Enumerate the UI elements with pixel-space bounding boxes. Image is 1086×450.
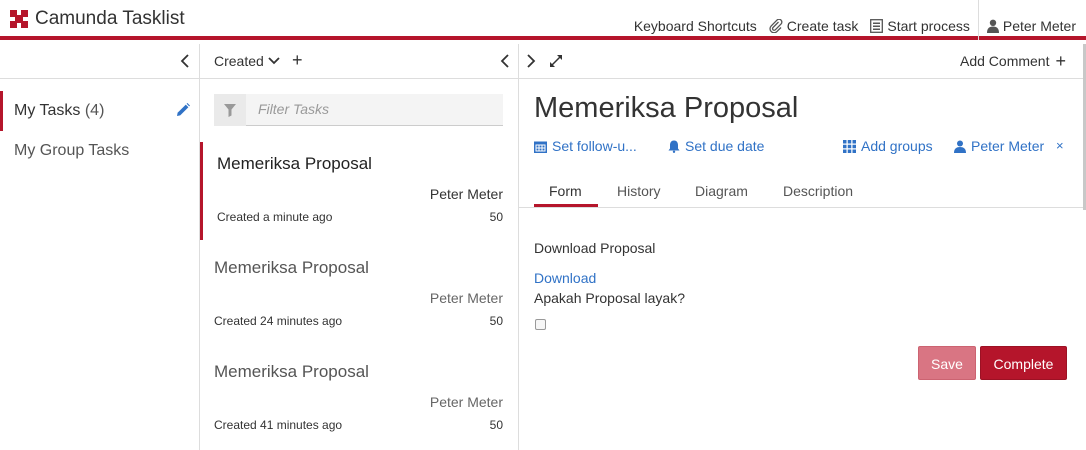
sort-label: Created [214,53,264,69]
filters-column: My Tasks (4) My Group Tasks [0,44,200,450]
download-link[interactable]: Download [534,270,596,286]
task-item-created: Created 24 minutes ago [214,314,343,328]
filter-my-tasks-label: My Tasks [14,102,81,119]
create-task-label: Create task [786,17,859,34]
task-search-input[interactable] [258,101,488,117]
keyboard-shortcuts-label: Keyboard Shortcuts [633,17,757,34]
proposal-approved-checkbox[interactable] [535,319,546,330]
assignee-button[interactable]: Peter Meter [954,138,1044,154]
remove-assignee-icon[interactable]: × [1056,138,1064,153]
plus-icon: + [1055,51,1066,71]
task-search [214,94,503,126]
task-item-name: Memeriksa Proposal [217,154,372,173]
list-alt-icon [870,18,884,33]
task-detail-toolbar: Add Comment + [519,44,1086,79]
filter-my-group-tasks[interactable]: My Group Tasks [0,131,199,171]
filter-my-tasks[interactable]: My Tasks (4) [0,91,199,131]
task-item-created: Created a minute ago [217,210,333,224]
app-title: Camunda Tasklist [35,8,185,29]
task-item-assignee: Peter Meter [429,186,503,202]
tab-diagram[interactable]: Diagram [695,183,748,199]
save-button[interactable]: Save [918,346,976,380]
task-item-name: Memeriksa Proposal [214,258,369,277]
filter-my-group-tasks-label: My Group Tasks [14,142,130,159]
filters-toolbar [0,44,199,79]
task-list-toolbar: Created + [200,44,518,79]
brand[interactable]: Camunda Tasklist [10,8,185,30]
task-item-priority: 50 [489,314,503,328]
task-item-assignee: Peter Meter [429,394,503,410]
nav-divider [977,0,979,40]
chevron-down-icon [268,57,280,65]
task-item-created: Created 41 minutes ago [214,418,343,432]
task-list-item[interactable]: Memeriksa Proposal Peter Meter Created a… [200,142,518,240]
tab-description[interactable]: Description [783,183,853,199]
chevron-left-icon[interactable] [180,53,190,69]
add-groups-label: Add groups [861,138,933,154]
set-due-date-button[interactable]: Set due date [668,138,764,154]
create-task-link[interactable]: Create task [769,17,859,34]
tab-history[interactable]: History [617,183,661,199]
camunda-logo-icon [10,10,28,28]
add-comment-button[interactable]: Add Comment + [960,51,1066,71]
bell-icon [668,140,680,153]
filter-my-tasks-count: (4) [84,102,105,119]
download-proposal-label: Download Proposal [534,240,656,256]
set-due-date-label: Set due date [685,138,765,154]
header-nav: Keyboard Shortcuts Create task Start pro… [622,0,1076,40]
task-list-column: Created + Memeriksa Proposal Peter Meter… [200,44,519,450]
expand-icon[interactable] [549,54,563,68]
task-item-name: Memeriksa Proposal [214,362,369,381]
task-list-item[interactable]: Memeriksa Proposal Peter Meter Created 4… [200,350,518,448]
filter-funnel-icon [214,94,246,126]
task-item-priority: 50 [489,210,503,224]
proposal-question-label: Apakah Proposal layak? [534,290,685,306]
assignee-label: Peter Meter [971,138,1045,154]
set-follow-up-label: Set follow-u... [552,138,637,154]
add-comment-label: Add Comment [960,53,1050,69]
keyboard-shortcuts-link[interactable]: Keyboard Shortcuts [634,18,757,34]
tab-form[interactable]: Form [549,183,582,199]
th-grid-icon [843,139,856,153]
add-sorting-plus-icon[interactable]: + [292,50,303,71]
start-process-link[interactable]: Start process [870,17,970,34]
user-menu[interactable]: Peter Meter [986,17,1076,34]
chevron-right-icon[interactable] [526,53,536,69]
add-groups-button[interactable]: Add groups [843,138,933,154]
set-follow-up-button[interactable]: Set follow-u... [534,138,637,154]
task-item-priority: 50 [489,418,503,432]
user-icon [954,140,966,153]
task-tabs: Form History Diagram Description [534,175,1086,208]
user-icon [986,19,999,33]
sort-dropdown[interactable]: Created [214,53,281,69]
task-detail-column: Add Comment + Memeriksa Proposal Set fol… [519,44,1086,450]
chevron-left-icon[interactable] [500,53,510,69]
paperclip-icon [769,18,783,33]
complete-button[interactable]: Complete [980,346,1067,380]
calendar-icon [534,141,547,153]
start-process-label: Start process [887,17,970,34]
app-header: Camunda Tasklist Keyboard Shortcuts Crea… [0,0,1086,40]
user-name: Peter Meter [1002,17,1076,34]
task-list-item[interactable]: Memeriksa Proposal Peter Meter Created 2… [200,246,518,344]
tabs-divider [519,207,1086,208]
pencil-icon[interactable] [176,103,190,117]
task-title: Memeriksa Proposal [534,92,799,124]
task-item-assignee: Peter Meter [429,290,503,306]
